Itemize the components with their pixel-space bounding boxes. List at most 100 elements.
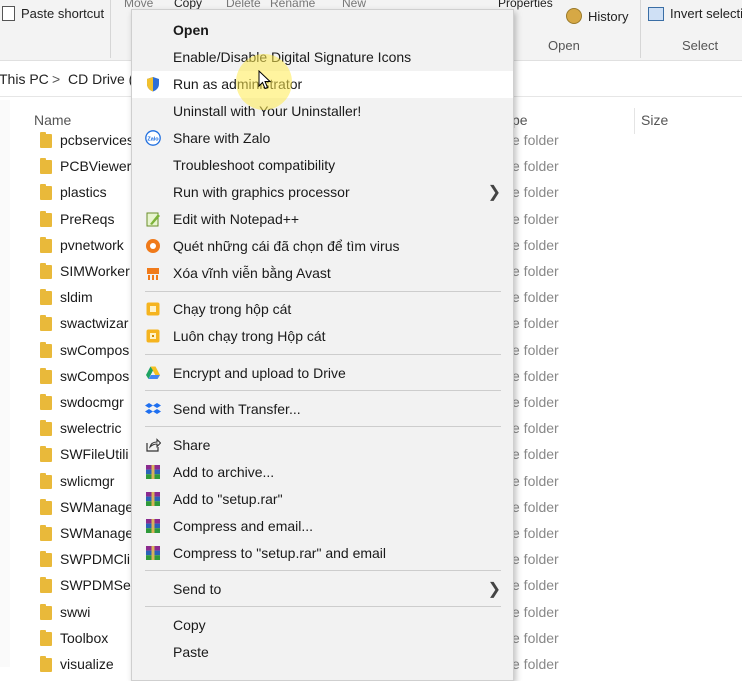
file-type: e folder	[512, 158, 559, 175]
menu-separator	[145, 606, 501, 607]
folder-icon	[40, 420, 52, 437]
avast-scan-icon	[146, 239, 160, 253]
menu-item-digital-signature[interactable]: Enable/Disable Digital Signature Icons	[132, 44, 513, 71]
sandbox-icon	[146, 302, 160, 316]
paste-shortcut-button[interactable]: Paste shortcut	[2, 6, 104, 21]
menu-item-always-sandbox[interactable]: Luôn chạy trong Hộp cát	[132, 323, 513, 350]
file-name: Toolbox	[60, 629, 109, 646]
menu-item-share-zalo[interactable]: Zalo Share with Zalo	[132, 125, 513, 152]
file-type: e folder	[512, 446, 559, 463]
menu-separator	[145, 426, 501, 427]
file-type: e folder	[512, 341, 559, 358]
column-header-type[interactable]: pe	[512, 112, 528, 128]
ribbon-divider	[110, 0, 111, 58]
context-menu: Open Enable/Disable Digital Signature Ic…	[131, 9, 514, 681]
file-name: sldim	[60, 289, 93, 306]
menu-separator	[145, 570, 501, 571]
ribbon-divider	[640, 0, 641, 58]
file-name: SWFileUtili	[60, 446, 129, 463]
menu-item-add-setup-rar[interactable]: Add to "setup.rar"	[132, 486, 513, 513]
menu-item-notepad[interactable]: Edit with Notepad++	[132, 206, 513, 233]
uac-shield-icon	[147, 77, 159, 92]
notepad-plus-plus-icon	[146, 212, 160, 227]
file-name: SWPDMCli	[60, 551, 130, 568]
menu-separator	[145, 291, 501, 292]
folder-icon	[40, 236, 52, 253]
menu-item-compress-rar-email[interactable]: Compress to "setup.rar" and email	[132, 540, 513, 567]
folder-icon	[40, 367, 52, 384]
file-name: swdocmgr	[60, 394, 124, 410]
menu-item-send-to[interactable]: Send to ❯	[132, 576, 513, 603]
file-type: e folder	[512, 551, 559, 568]
avast-shredder-icon	[147, 268, 159, 280]
menu-item-share[interactable]: Share	[132, 432, 513, 459]
select-group-label: Select	[682, 38, 719, 53]
file-type: e folder	[512, 263, 559, 279]
file-type: e folder	[512, 577, 559, 594]
file-type: e folder	[512, 420, 559, 437]
menu-item-troubleshoot[interactable]: Troubleshoot compatibility	[132, 152, 513, 179]
file-name: swactwizar	[60, 315, 129, 332]
menu-item-open[interactable]: Open	[132, 17, 513, 44]
folder-icon	[40, 184, 52, 201]
folder-icon	[40, 472, 52, 489]
file-type: e folder	[512, 184, 559, 201]
folder-icon	[40, 446, 52, 463]
menu-item-paste[interactable]: Paste	[132, 639, 513, 666]
folder-icon	[40, 341, 52, 358]
winrar-icon	[146, 519, 160, 533]
folder-icon	[40, 577, 52, 594]
breadcrumb-separator: >	[52, 71, 61, 87]
menu-item-sandbox[interactable]: Chạy trong hộp cát	[132, 296, 513, 323]
invert-selection-icon	[648, 6, 664, 21]
menu-item-run-as-admin[interactable]: Run as administrator	[132, 71, 513, 98]
menu-item-scan-virus[interactable]: Quét những cái đã chọn để tìm virus	[132, 233, 513, 260]
folder-icon	[40, 551, 52, 568]
menu-item-google-drive[interactable]: Encrypt and upload to Drive	[132, 360, 513, 387]
invert-selection-button[interactable]: Invert selection	[648, 6, 742, 21]
history-icon	[566, 8, 582, 24]
menu-separator	[145, 390, 501, 391]
winrar-icon	[146, 546, 160, 560]
file-name: pcbservices	[60, 132, 132, 148]
file-name: SWManage	[60, 525, 132, 541]
file-name: SWPDMSer	[60, 577, 132, 594]
menu-item-graphics-processor[interactable]: Run with graphics processor ❯	[132, 179, 513, 206]
file-type: e folder	[512, 236, 559, 253]
folder-icon	[40, 315, 52, 332]
folder-icon	[40, 289, 52, 306]
column-header-name[interactable]: Name	[34, 112, 71, 128]
file-type: e folder	[512, 603, 559, 620]
menu-item-send-transfer[interactable]: Send with Transfer...	[132, 396, 513, 423]
open-group-label: Open	[548, 38, 580, 53]
mouse-pointer-icon	[258, 70, 272, 90]
menu-item-add-archive[interactable]: Add to archive...	[132, 459, 513, 486]
file-type: e folder	[512, 132, 559, 148]
menu-item-uninstall[interactable]: Uninstall with Your Uninstaller!	[132, 98, 513, 125]
paste-shortcut-icon	[2, 6, 15, 21]
file-type: e folder	[512, 210, 559, 227]
sandbox-always-icon	[146, 329, 160, 343]
menu-item-compress-email[interactable]: Compress and email...	[132, 513, 513, 540]
breadcrumb-this-pc[interactable]: This PC	[0, 71, 49, 87]
svg-text:Zalo: Zalo	[147, 137, 159, 143]
chevron-right-icon: ❯	[487, 581, 501, 598]
folder-icon	[40, 603, 52, 620]
file-name: visualize	[60, 656, 114, 672]
menu-separator	[145, 354, 501, 355]
file-name: swCompos	[60, 341, 130, 358]
file-name: SIMWorker	[60, 263, 130, 279]
history-button[interactable]: History	[566, 8, 628, 24]
share-icon	[146, 438, 161, 452]
menu-item-avast-delete[interactable]: Xóa vĩnh viễn bằng Avast	[132, 260, 513, 287]
menu-item-copy[interactable]: Copy	[132, 612, 513, 639]
folder-icon	[40, 498, 52, 515]
dropbox-transfer-icon	[145, 403, 161, 414]
file-name: swwi	[60, 603, 91, 620]
breadcrumb-cd-drive[interactable]: CD Drive (	[68, 71, 133, 87]
winrar-icon	[146, 465, 160, 479]
column-header-size[interactable]: Size	[641, 112, 668, 128]
file-name: swlicmgr	[60, 472, 115, 489]
folder-icon	[40, 629, 52, 646]
file-type: e folder	[512, 367, 559, 384]
